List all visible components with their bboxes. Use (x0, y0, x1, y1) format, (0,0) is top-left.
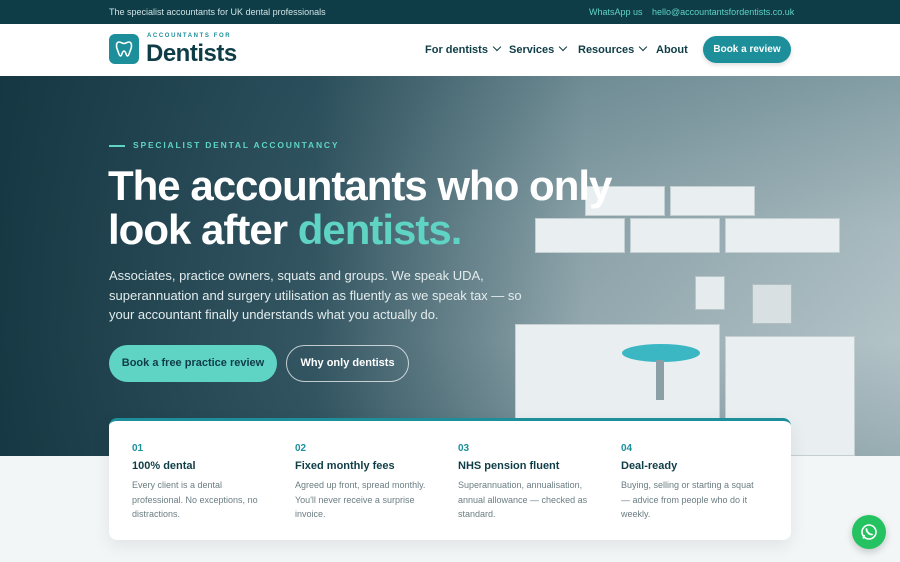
chevron-down-icon (559, 42, 568, 52)
book-free-review-button[interactable]: Book a free practice review (109, 345, 277, 382)
feature-description: Superannuation, annualisation, annual al… (458, 480, 588, 519)
feature-item: 04 Deal-ready Buying, selling or startin… (621, 443, 763, 522)
nav-for-dentists[interactable]: For dentists (425, 42, 502, 56)
features-card: 01 100% dental Every client is a dental … (109, 418, 791, 540)
whatsapp-link[interactable]: WhatsApp us (589, 7, 643, 17)
nav-services[interactable]: Services (509, 42, 568, 56)
dental-stool-stem (656, 360, 664, 400)
feature-title: 100% dental (132, 460, 196, 472)
email-link[interactable]: hello@accountantsfordentists.co.uk (652, 7, 794, 17)
background-cabinet (630, 218, 720, 253)
whatsapp-icon (861, 524, 877, 540)
logo-wordmark[interactable]: Dentists (146, 40, 237, 68)
feature-description: Agreed up front, spread monthly. You'll … (295, 480, 426, 519)
headline-accent: dentists. (297, 206, 463, 253)
chevron-down-icon (639, 42, 648, 52)
why-only-dentists-button[interactable]: Why only dentists (286, 345, 409, 382)
feature-number: 03 (458, 443, 470, 454)
feature-item: 02 Fixed monthly fees Agreed up front, s… (295, 443, 437, 522)
feature-title: Deal-ready (621, 460, 678, 472)
nav-resources[interactable]: Resources (578, 42, 648, 56)
hero-description: Associates, practice owners, squats and … (109, 268, 522, 322)
book-review-button[interactable]: Book a review (703, 36, 791, 63)
feature-description: Buying, selling or starting a squat — ad… (621, 480, 754, 519)
site-header: ACCOUNTANTS FOR Dentists For dentists Se… (0, 24, 900, 76)
feature-number: 04 (621, 443, 633, 454)
background-equipment (752, 284, 792, 324)
nav-about[interactable]: About (656, 44, 688, 56)
logo-tagline: ACCOUNTANTS FOR (147, 33, 232, 39)
tagline: The specialist accountants for UK dental… (109, 7, 326, 17)
feature-description: Every client is a dental professional. N… (132, 480, 258, 519)
chevron-down-icon (492, 42, 502, 52)
background-cabinet (725, 218, 840, 253)
hero-section: SPECIALIST DENTAL ACCOUNTANCY The accoun… (0, 76, 900, 456)
feature-item: 01 100% dental Every client is a dental … (132, 443, 274, 522)
feature-number: 02 (295, 443, 307, 454)
whatsapp-chat-button[interactable] (852, 515, 886, 549)
top-announcement-bar: The specialist accountants for UK dental… (0, 0, 900, 24)
feature-title: Fixed monthly fees (295, 460, 395, 472)
background-cabinet (670, 186, 755, 216)
background-equipment (695, 276, 725, 310)
feature-number: 01 (132, 443, 144, 454)
feature-item: 03 NHS pension fluent Superannuation, an… (458, 443, 600, 522)
background-counter (515, 324, 720, 419)
tooth-icon[interactable] (109, 34, 139, 64)
feature-title: NHS pension fluent (458, 460, 560, 472)
hero-headline: The accountants who only look after dent… (108, 162, 612, 253)
hero-eyebrow: SPECIALIST DENTAL ACCOUNTANCY (109, 140, 339, 150)
